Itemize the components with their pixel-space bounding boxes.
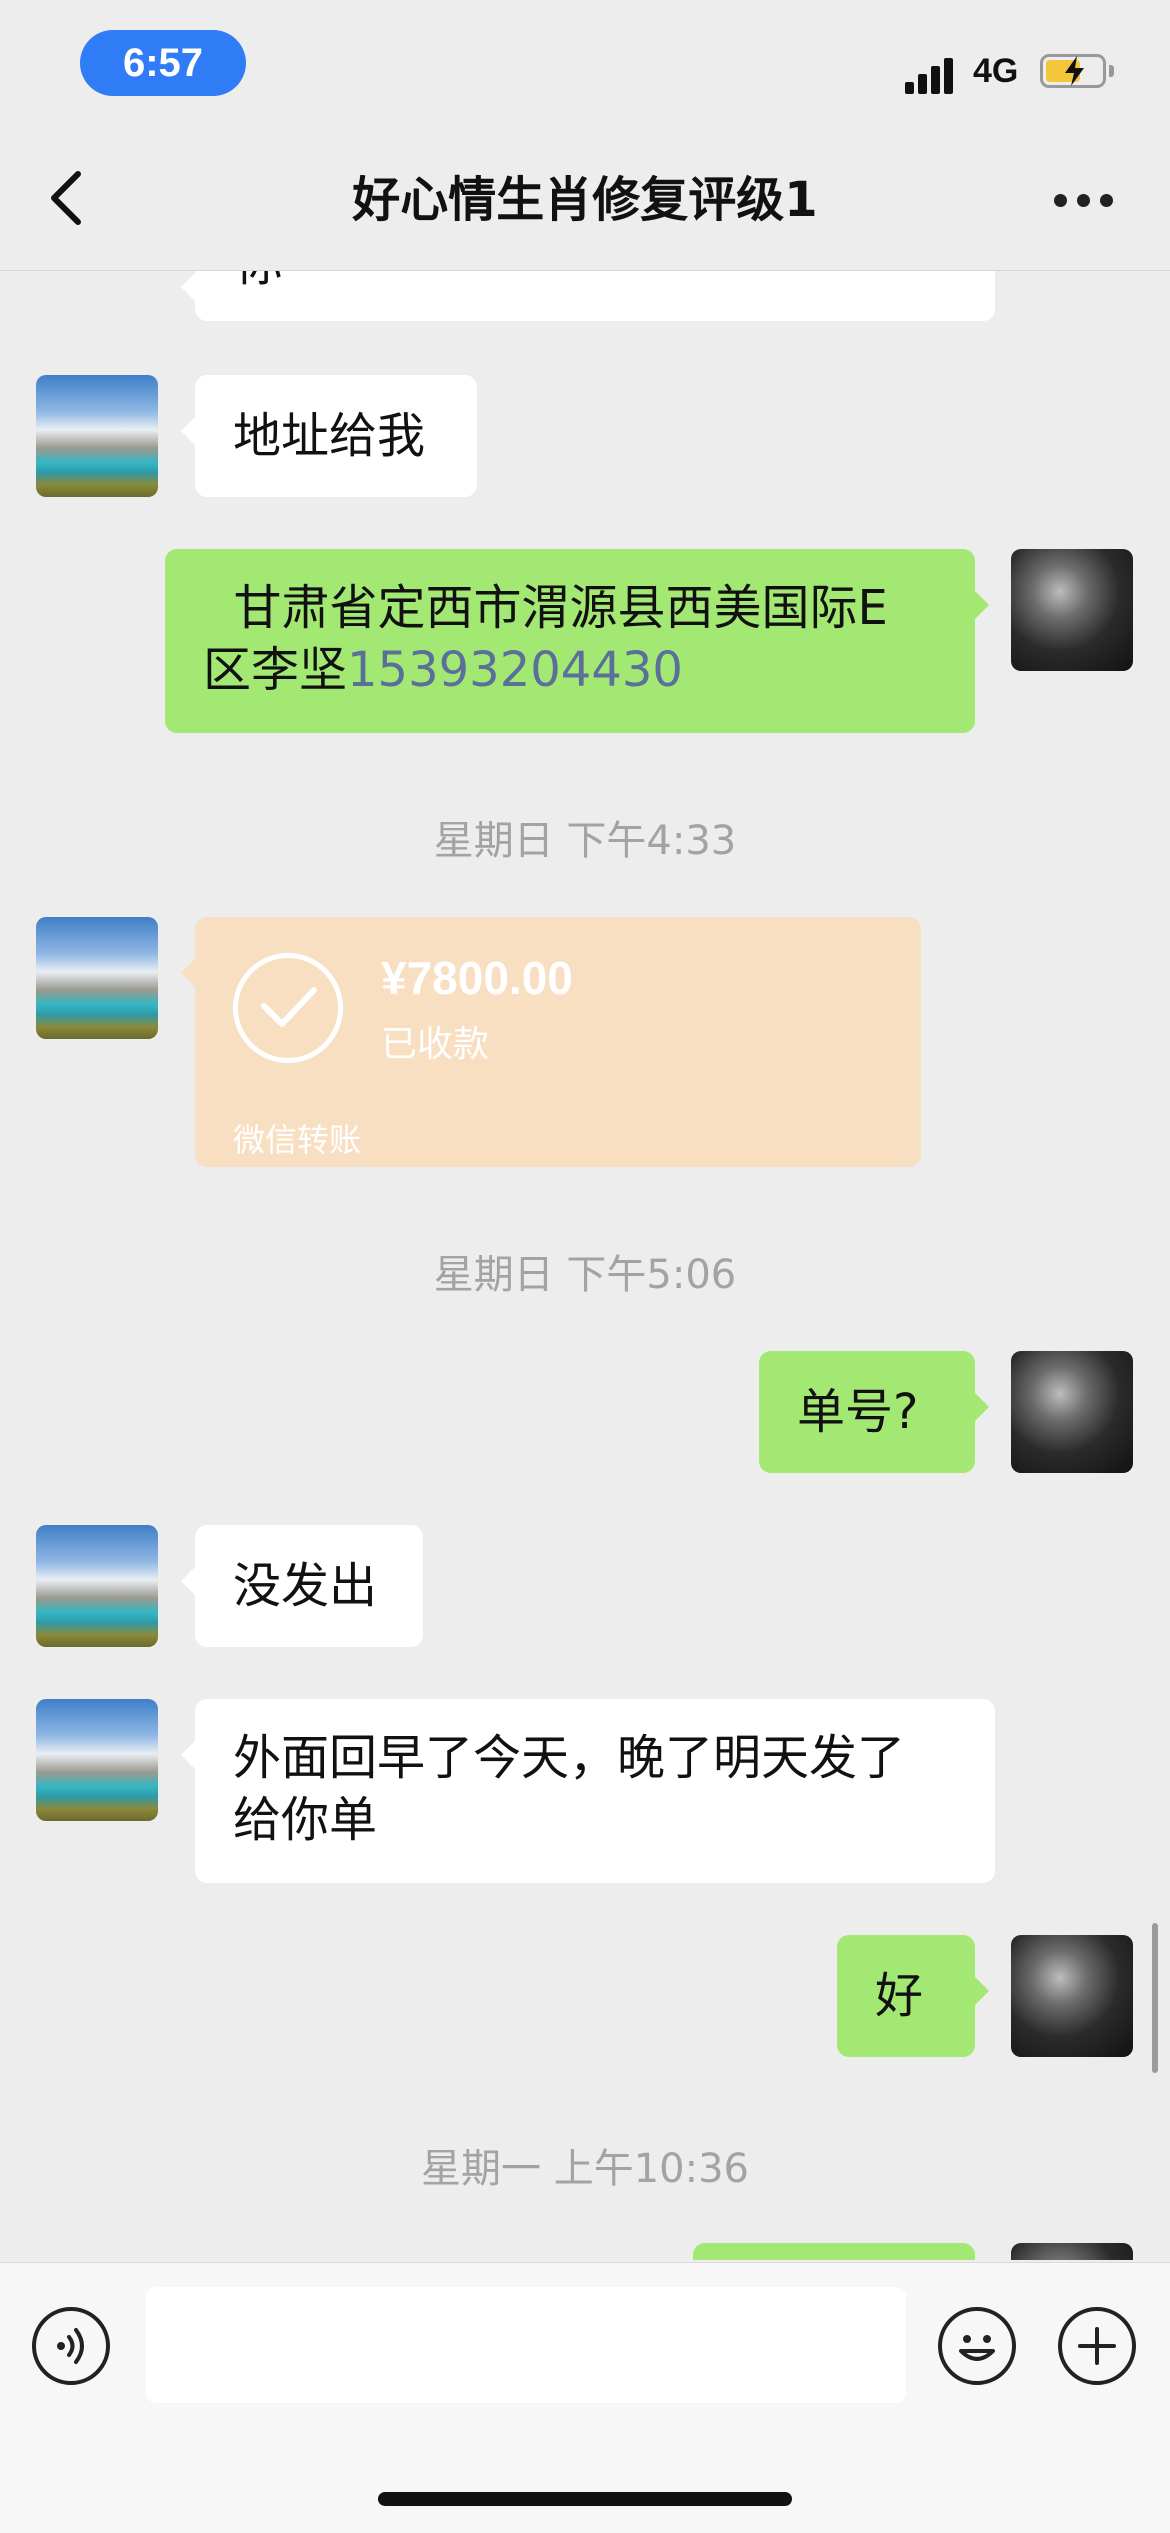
my-avatar[interactable] (1011, 2243, 1133, 2260)
transfer-amount: ¥7800.00 (381, 952, 573, 1004)
message-bubble[interactable]: 甘肃省定西市渭源县西美国际E 区李坚15393204430 (165, 549, 989, 733)
message-text: 好 (875, 1968, 924, 2024)
message-bubble-clipped[interactable]: 你 (181, 271, 995, 321)
home-indicator[interactable] (378, 2492, 792, 2506)
message-text: 单号? (797, 1384, 919, 1440)
message-input[interactable] (146, 2287, 906, 2403)
status-bar: 6:57 4G (0, 0, 1170, 130)
my-avatar[interactable] (1011, 549, 1133, 671)
more-dots-icon[interactable] (1054, 194, 1114, 208)
message-bubble[interactable]: 好 (837, 1935, 989, 2057)
nav-bar: 好心情生肖修复评级1 (0, 130, 1170, 271)
back-icon[interactable] (42, 168, 92, 228)
message-bubble[interactable]: 没发出 (181, 1525, 423, 1647)
transfer-label: 微信转账 (233, 1121, 362, 1159)
transfer-card[interactable]: ¥7800.00 已收款 微信转账 (181, 917, 921, 1167)
timestamp: 星期日 下午4:33 (433, 818, 737, 864)
contact-avatar[interactable] (36, 1525, 158, 1647)
message-text: 没发出 (233, 1558, 378, 1614)
emoji-icon[interactable] (938, 2307, 1016, 2385)
message-text-line: 外面回早了今天，晚了明天发了 (233, 1730, 906, 1786)
status-time: 6:57 (80, 30, 246, 96)
plus-icon[interactable] (1058, 2307, 1136, 2385)
voice-icon[interactable] (32, 2307, 110, 2385)
my-avatar[interactable] (1011, 1351, 1133, 1473)
message-bubble-clipped[interactable] (693, 2243, 975, 2260)
my-avatar[interactable] (1011, 1935, 1133, 2057)
message-bubble[interactable]: 地址给我 (181, 375, 477, 497)
message-list[interactable]: 你 地址给我 甘肃省定西市渭源县西美国际E 区李坚15393204430 星期日… (0, 271, 1170, 2260)
signal-icon (905, 58, 959, 94)
phone-number-link[interactable]: 15393204430 (347, 642, 683, 698)
scroll-indicator[interactable] (1152, 1923, 1158, 2073)
message-text-line: 甘肃省定西市渭源县西美国际E (203, 580, 888, 636)
message-text-line: 给你单 (233, 1792, 378, 1848)
battery-tip (1109, 65, 1114, 77)
contact-avatar[interactable] (36, 917, 158, 1039)
check-circle-icon (233, 953, 343, 1063)
contact-avatar[interactable] (36, 375, 158, 497)
message-text: 你 (235, 271, 283, 292)
message-bubble[interactable]: 单号? (759, 1351, 989, 1473)
timestamp: 星期一 上午10:36 (421, 2146, 749, 2192)
chat-title: 好心情生肖修复评级1 (352, 172, 818, 228)
message-text: 地址给我 (233, 408, 426, 464)
network-type: 4G (973, 52, 1019, 90)
timestamp: 星期日 下午5:06 (433, 1252, 737, 1298)
battery-icon (1040, 54, 1106, 88)
address-name: 区李坚 (203, 642, 348, 698)
contact-avatar[interactable] (36, 1699, 158, 1821)
transfer-status: 已收款 (381, 1024, 490, 1065)
message-bubble[interactable]: 外面回早了今天，晚了明天发了 给你单 (181, 1699, 995, 1883)
message-text-line: 区李坚15393204430 (203, 639, 937, 701)
